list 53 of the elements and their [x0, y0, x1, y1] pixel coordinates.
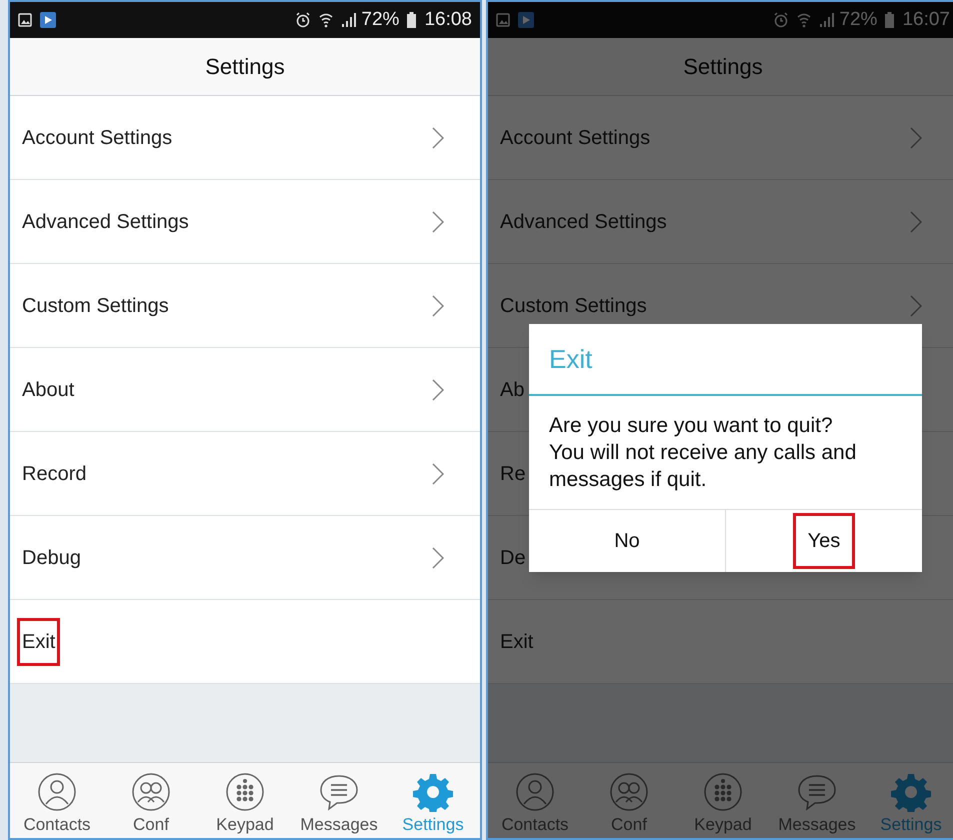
tab[interactable]: Messages [292, 763, 386, 838]
row-label: Account Settings [499, 126, 652, 150]
row-label: Ab [499, 378, 526, 402]
picture-icon [496, 13, 510, 27]
settings-row[interactable]: About [10, 348, 480, 432]
battery-percentage: 72% [361, 8, 400, 32]
keypad-icon [703, 772, 743, 812]
alarm-icon [295, 12, 312, 28]
wifi-icon [319, 12, 334, 28]
row-label: De [499, 546, 527, 570]
clock-time: 16:07 [902, 8, 950, 32]
settings-row[interactable]: Exit [10, 600, 480, 684]
row-label: Exit [499, 630, 534, 654]
person-icon [37, 772, 77, 812]
group-icon [131, 772, 171, 812]
row-label: Advanced Settings [21, 210, 190, 234]
settings-row[interactable]: Record [10, 432, 480, 516]
row-label: Custom Settings [21, 294, 170, 318]
screen-title: Settings [205, 53, 285, 81]
row-label: About [21, 378, 76, 402]
battery-icon [407, 12, 416, 28]
battery-percentage: 72% [839, 8, 878, 32]
alarm-icon [773, 12, 790, 28]
settings-row[interactable]: Debug [10, 516, 480, 600]
row-label: Record [21, 462, 88, 486]
dialog-message: Are you sure you want to quit? You will not receive any calls and messages if quit. [529, 396, 922, 510]
gear-icon [891, 772, 931, 812]
row-label: Account Settings [21, 126, 174, 150]
app-icon [518, 12, 534, 28]
row-label: Exit [20, 620, 58, 662]
battery-icon [885, 12, 894, 28]
signal-icon [341, 12, 358, 28]
app-icon [40, 12, 56, 28]
group-icon [609, 772, 649, 812]
settings-row[interactable]: Advanced Settings [10, 180, 480, 264]
signal-icon [819, 12, 836, 28]
tab[interactable]: Contacts [10, 763, 104, 838]
wifi-icon [797, 12, 812, 28]
screen-title: Settings [683, 53, 763, 81]
tab[interactable]: Keypad [198, 763, 292, 838]
row-label: Debug [21, 546, 82, 570]
row-label: Advanced Settings [499, 210, 668, 234]
row-label: Re [499, 462, 527, 486]
person-icon [515, 772, 555, 812]
row-label: Custom Settings [499, 294, 648, 318]
keypad-icon [225, 772, 265, 812]
picture-icon [18, 13, 32, 27]
clock-time: 16:08 [424, 8, 472, 32]
gear-icon [413, 772, 453, 812]
settings-row[interactable]: Account Settings [10, 96, 480, 180]
dialog-button[interactable]: Yes [796, 516, 852, 566]
tab[interactable]: Conf [104, 763, 198, 838]
settings-row[interactable]: Custom Settings [10, 264, 480, 348]
